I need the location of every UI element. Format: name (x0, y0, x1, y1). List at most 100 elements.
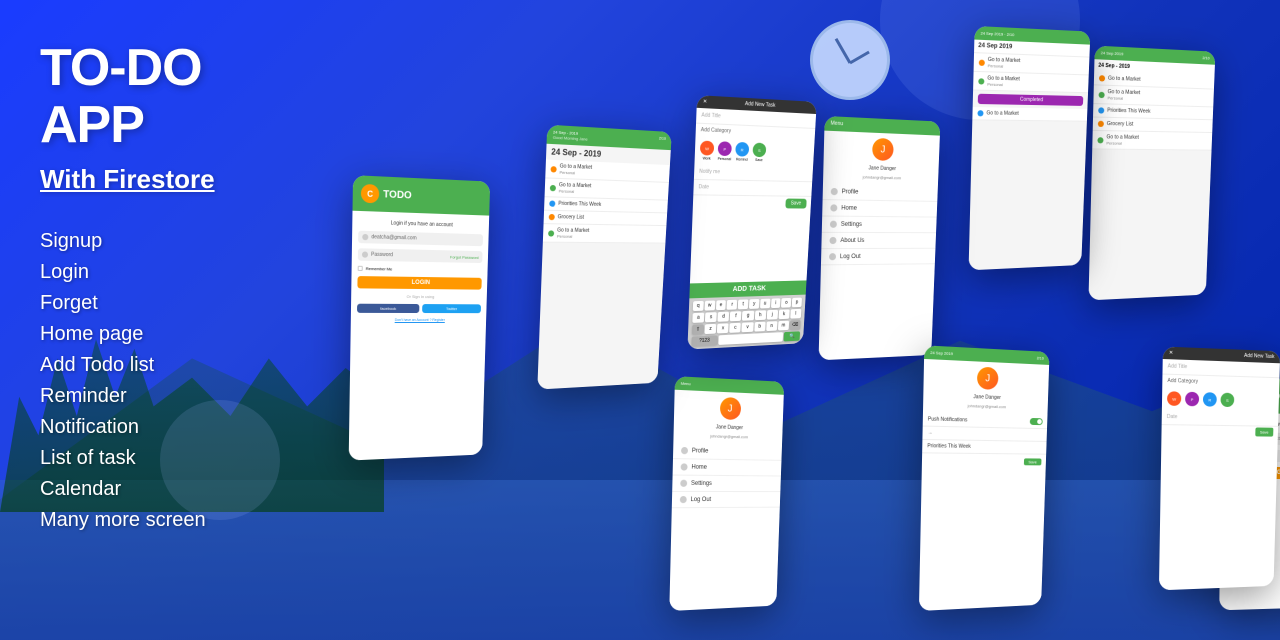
social-buttons: facebook Twitter (357, 304, 481, 313)
key-p[interactable]: p (792, 298, 802, 308)
key-k[interactable]: k (778, 309, 789, 319)
clock-icon (810, 20, 900, 110)
profile-icon (831, 188, 838, 195)
close-icon-2[interactable]: ✕ (1169, 350, 1173, 356)
cal-task-2[interactable]: Go to a Market Personal (973, 72, 1089, 93)
notif-toggle[interactable] (1030, 418, 1043, 425)
remember-row: Remember Me (358, 266, 482, 273)
remember-label: Remember Me (366, 266, 393, 272)
key-s[interactable]: s (705, 312, 717, 322)
key-m[interactable]: m (778, 321, 789, 331)
cat-remind[interactable]: R Remind (735, 142, 749, 162)
add-task-title: Add New Task (745, 101, 776, 109)
key-r[interactable]: r (727, 300, 738, 310)
task-item-5[interactable]: Go to a Market Personal (543, 224, 667, 243)
add-task-body: Add Title Add Category W Work P Personal… (690, 108, 816, 284)
phone-profile-small: Menu J Jane Danger johndangr@gmail.com P… (669, 376, 784, 611)
key-v[interactable]: v (742, 322, 754, 332)
key-o[interactable]: o (781, 298, 791, 308)
key-shift[interactable]: ⇧ (692, 324, 704, 334)
add-task-screen: ✕ Add New Task Add Title Add Category W … (687, 95, 816, 349)
settings-screen: 24 Sep 2019 2/10 J Jane Danger johndangr… (919, 345, 1050, 611)
remind-icon: R (735, 142, 749, 157)
add2-personal[interactable]: P (1185, 392, 1199, 407)
key-c[interactable]: c (729, 323, 741, 333)
tl-task-5[interactable]: Go to a Market Personal (1092, 131, 1212, 151)
save-button[interactable]: Save (785, 199, 807, 209)
key-space[interactable] (718, 332, 784, 345)
app-subtitle: With Firestore (40, 164, 300, 195)
cal-task-3[interactable]: Go to a Market (972, 107, 1087, 122)
key-g[interactable]: g (742, 311, 754, 321)
add2-save-btn[interactable]: Save (1255, 427, 1273, 436)
key-search[interactable]: 🔍 (784, 331, 800, 341)
login-button[interactable]: LOGIN (357, 276, 481, 290)
twitter-button[interactable]: Twitter (422, 304, 481, 313)
add2-date-field[interactable]: Date (1162, 410, 1279, 427)
phone-home: 24 Sep - 2019 2/10 Good Morning Jane 24 … (537, 125, 672, 390)
close-icon[interactable]: ✕ (703, 99, 707, 106)
or-divider: Or Sign In using (357, 293, 481, 299)
personal-icon: P (718, 141, 732, 156)
feature-home: Home page (40, 323, 300, 346)
cat-work[interactable]: W Work (700, 141, 715, 161)
task-dot (549, 200, 555, 206)
drawer-home[interactable]: Home (822, 200, 937, 217)
drawer-profile[interactable]: Profile (823, 184, 938, 202)
drawer-logout[interactable]: Log Out (821, 249, 935, 266)
facebook-button[interactable]: facebook (357, 304, 419, 313)
key-h[interactable]: h (754, 310, 766, 320)
add2-save[interactable]: S (1220, 393, 1234, 407)
profile-name: Jane Danger (823, 164, 938, 173)
phone-profile-drawer: Menu J Jane Danger johndangr@gmail.com P… (819, 116, 941, 360)
add2-remind[interactable]: R (1203, 392, 1217, 407)
logo-text: TODO (383, 189, 412, 202)
avatar: J (872, 138, 894, 161)
key-backspace[interactable]: ⌫ (789, 320, 800, 330)
app-title: TO-DO APP (40, 40, 300, 154)
remember-checkbox[interactable] (358, 266, 363, 271)
key-i[interactable]: i (771, 298, 781, 308)
key-w[interactable]: w (704, 300, 715, 310)
key-l[interactable]: l (790, 309, 801, 319)
profile-sm-body: J Jane Danger johndangr@gmail.com Profil… (669, 390, 783, 611)
add2-work[interactable]: W (1167, 391, 1181, 406)
key-z[interactable]: z (705, 324, 717, 334)
save-settings-btn[interactable]: Save (1024, 458, 1042, 465)
key-f[interactable]: f (730, 311, 742, 321)
settings-avatar: J (977, 367, 999, 390)
key-x[interactable]: x (717, 323, 729, 333)
profile-email-sm: johndangr@gmail.com (673, 432, 782, 440)
task-dot (551, 166, 557, 173)
key-123[interactable]: ?123 (691, 335, 717, 346)
email-input[interactable]: deatcha@gmail.com (358, 231, 483, 247)
key-e[interactable]: e (716, 300, 727, 310)
register-link[interactable]: Don't have an Account ? Register (357, 318, 481, 322)
key-d[interactable]: d (718, 312, 730, 322)
drawer-settings[interactable]: Settings (822, 217, 937, 234)
cat-personal[interactable]: P Personal (717, 141, 732, 161)
drawer-settings-sm[interactable]: Settings (672, 476, 781, 493)
cat-save[interactable]: S Save (752, 143, 766, 163)
key-n[interactable]: n (766, 321, 777, 331)
key-y[interactable]: y (749, 299, 759, 309)
key-a[interactable]: a (692, 313, 704, 323)
key-j[interactable]: j (766, 310, 777, 320)
category-circles: W Work P Personal R Remind S (694, 136, 814, 167)
home-body: 24 Sep - 2019 Go to a Market Personal Go… (537, 144, 670, 390)
password-input[interactable]: Password Forgot Password (358, 248, 483, 263)
drawer-about[interactable]: About Us (821, 233, 936, 249)
date-field[interactable]: Date (693, 180, 812, 197)
key-t[interactable]: t (738, 299, 749, 309)
drawer-logout-sm[interactable]: Log Out (672, 492, 781, 508)
key-b[interactable]: b (754, 322, 766, 332)
push-notif-label: Push Notifications (928, 416, 968, 423)
profile-body: J Jane Danger johndangr@gmail.com Profil… (819, 131, 940, 361)
key-u[interactable]: u (760, 299, 770, 309)
drawer-profile-sm[interactable]: Profile (673, 443, 782, 461)
drawer-home-sm[interactable]: Home (673, 459, 782, 476)
key-q[interactable]: q (693, 301, 704, 311)
forgot-link[interactable]: Forgot Password (450, 254, 479, 260)
avatar-sm: J (719, 397, 741, 420)
task-dot (548, 230, 554, 236)
